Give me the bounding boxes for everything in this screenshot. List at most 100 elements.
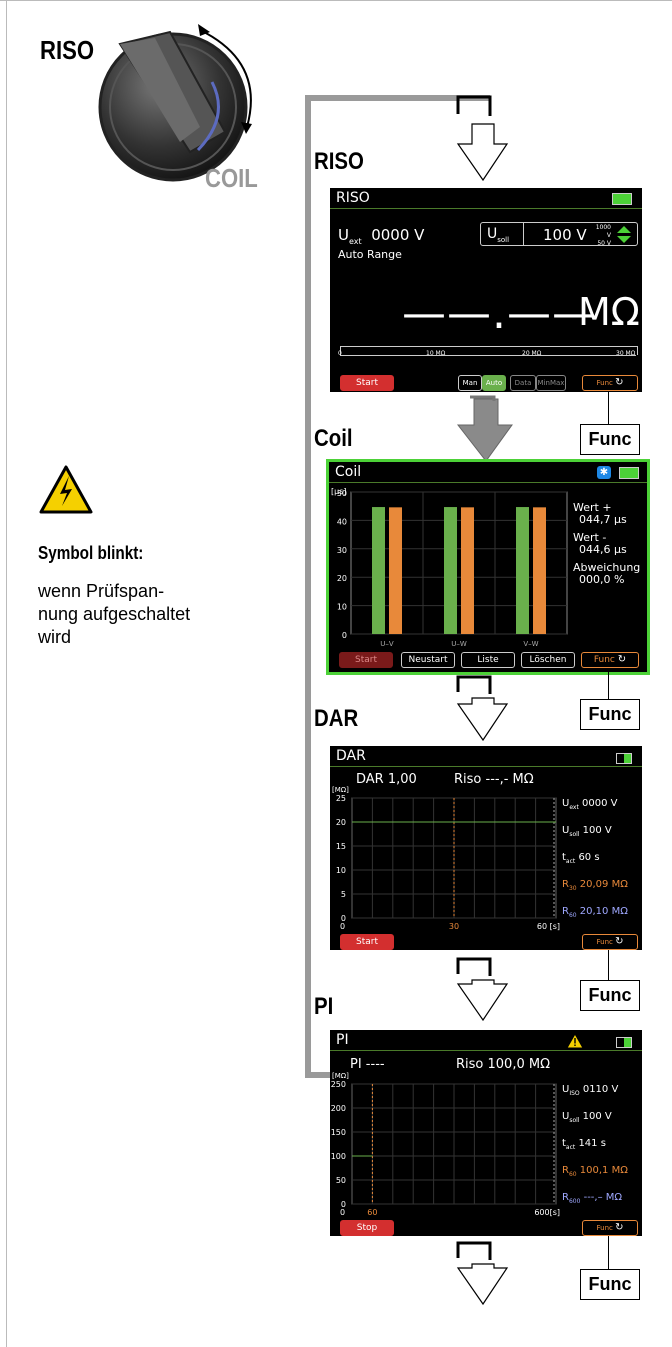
stop-button[interactable]: Stop bbox=[340, 1220, 394, 1236]
start-button[interactable]: Start bbox=[339, 652, 393, 668]
r30-readout: R30 20,09 MΩ bbox=[562, 879, 628, 892]
func-connector bbox=[608, 392, 609, 424]
x-tick-label: V–W bbox=[523, 640, 538, 648]
bar bbox=[516, 507, 529, 634]
liste-button[interactable]: Liste bbox=[461, 652, 515, 668]
y-tick-label: 10 bbox=[337, 603, 347, 612]
pi-value: PI ---- bbox=[350, 1057, 385, 1072]
page-left-rule bbox=[6, 0, 7, 1347]
refresh-icon: ↻ bbox=[615, 936, 624, 947]
page-top-rule bbox=[0, 0, 672, 1]
r600-readout: R600 ---,– MΩ bbox=[562, 1192, 623, 1205]
y-tick-label: 50 bbox=[337, 489, 347, 498]
uext-readout: Uext 0000 V bbox=[562, 798, 618, 811]
minmax-button[interactable]: MinMax bbox=[536, 375, 566, 391]
dar-readouts: Uext 0000 V Usoll 100 V tact 60 s R30 20… bbox=[562, 792, 628, 927]
func-key[interactable]: Func bbox=[580, 980, 640, 1011]
dial-coil-label: COIL bbox=[205, 163, 258, 193]
coil-screen: Coil ✱ [μs] 50 40 30 20 10 0 U–V U–W V–W Wert + 0… bbox=[326, 459, 650, 675]
step-riso-heading: RISO bbox=[314, 148, 364, 175]
battery-icon bbox=[612, 193, 632, 205]
refresh-icon: ↻ bbox=[617, 654, 627, 665]
x-tick-label: 60 [s] bbox=[537, 922, 560, 931]
scale-tick: 0 bbox=[338, 350, 342, 357]
title-underline bbox=[330, 1050, 642, 1051]
func-softkey[interactable]: Func ↻ bbox=[581, 652, 639, 668]
screen-title: RISO bbox=[336, 190, 370, 206]
neustart-button[interactable]: Neustart bbox=[401, 652, 455, 668]
screen-title: Coil bbox=[335, 464, 362, 480]
dar-value: DAR 1,00 bbox=[356, 772, 417, 787]
bar bbox=[444, 507, 457, 634]
man-button[interactable]: Man bbox=[458, 375, 482, 391]
bluetooth-icon: ✱ bbox=[597, 466, 611, 479]
gray-down-arrow-icon bbox=[456, 395, 513, 462]
resistance-reading: ——.—— bbox=[402, 288, 597, 339]
riso-screen: RISO Uext 0000 V Auto Range Usoll 100 V … bbox=[330, 188, 642, 392]
battery-icon bbox=[616, 753, 632, 764]
symbol-text-line: wenn Prüfspan- bbox=[38, 581, 165, 601]
func-connector bbox=[608, 668, 609, 699]
battery-icon bbox=[616, 1037, 632, 1048]
refresh-icon: ↻ bbox=[615, 1222, 624, 1233]
data-button[interactable]: Data bbox=[510, 375, 536, 391]
y-tick-label: 250 bbox=[331, 1080, 346, 1089]
x-tick-label: 600[s] bbox=[534, 1208, 560, 1217]
usoll-range: 1000 V 50 V bbox=[595, 224, 611, 247]
y-tick-label: 40 bbox=[337, 517, 347, 526]
step-coil-heading: Coil bbox=[314, 425, 353, 452]
bar bbox=[461, 507, 474, 634]
title-underline bbox=[330, 766, 642, 767]
usoll-readout: Usoll 100 V bbox=[562, 825, 612, 838]
func-softkey[interactable]: Func ↻ bbox=[582, 375, 638, 391]
func-key[interactable]: Func bbox=[580, 699, 640, 730]
warning-icon bbox=[566, 1033, 584, 1049]
scale-tick: 10 MΩ bbox=[426, 350, 446, 357]
screen-title: PI bbox=[336, 1032, 349, 1048]
title-underline bbox=[330, 208, 642, 209]
coil-bar-chart: [μs]50403020100U–V U–W V–W bbox=[331, 487, 568, 648]
title-underline bbox=[329, 482, 647, 483]
usoll-label: Usoll bbox=[487, 226, 510, 244]
start-button[interactable]: Start bbox=[340, 934, 394, 950]
pi-chart: 2502001501005000 60 600[s] bbox=[331, 1080, 560, 1217]
abweichung-value: 000,0 % bbox=[579, 573, 625, 586]
func-connector bbox=[608, 950, 609, 980]
riso-value: Riso ---,- MΩ bbox=[454, 772, 534, 787]
usoll-value: 100 V bbox=[543, 226, 587, 244]
y-tick-label: 0 bbox=[342, 631, 347, 640]
down-arrow-icon bbox=[456, 95, 509, 182]
y-tick-label: 20 bbox=[336, 818, 346, 827]
func-key[interactable]: Func bbox=[580, 424, 640, 455]
bar bbox=[372, 507, 385, 634]
riso-value: Riso 100,0 MΩ bbox=[456, 1057, 551, 1072]
step-dar-heading: DAR bbox=[314, 705, 359, 732]
func-key[interactable]: Func bbox=[580, 1269, 640, 1300]
loeschen-button[interactable]: Löschen bbox=[521, 652, 575, 668]
x-tick-label: U–W bbox=[451, 640, 467, 648]
bar bbox=[389, 507, 402, 634]
pi-readouts: UISO 0110 V Usoll 100 V tact 141 s R60 1… bbox=[562, 1078, 628, 1213]
y-tick-label: 5 bbox=[341, 890, 346, 899]
coil-values: Wert + 044,7 μs Wert - 044,6 μs Abweichu… bbox=[573, 502, 640, 586]
x-tick-label: 60 bbox=[367, 1208, 377, 1217]
wert-minus-value: 044,6 μs bbox=[579, 543, 627, 556]
symbol-description: wenn Prüfspan- nung aufgeschaltet wird bbox=[38, 580, 190, 649]
down-arrow-icon bbox=[456, 675, 509, 742]
up-down-arrows-icon[interactable] bbox=[617, 226, 631, 243]
pi-screen: PI PI ---- Riso 100,0 MΩ [MΩ] 250 200 150 1… bbox=[330, 1030, 642, 1236]
y-tick-label: 50 bbox=[336, 1176, 346, 1185]
uext-value: 0000 V bbox=[371, 226, 425, 244]
usoll-selector[interactable]: Usoll 100 V 1000 V 50 V bbox=[480, 222, 638, 247]
auto-range-label: Auto Range bbox=[338, 248, 402, 261]
r60-readout: R60 100,1 MΩ bbox=[562, 1165, 628, 1178]
auto-button[interactable]: Auto bbox=[482, 375, 506, 391]
bar bbox=[533, 507, 546, 634]
y-tick-label: 150 bbox=[331, 1128, 346, 1137]
start-button[interactable]: Start bbox=[340, 375, 394, 391]
r60-readout: R60 20,10 MΩ bbox=[562, 906, 628, 919]
y-tick-label: 30 bbox=[337, 546, 347, 555]
func-softkey[interactable]: Func ↻ bbox=[582, 1220, 638, 1236]
screen-title: DAR bbox=[336, 748, 366, 764]
func-softkey[interactable]: Func ↻ bbox=[582, 934, 638, 950]
